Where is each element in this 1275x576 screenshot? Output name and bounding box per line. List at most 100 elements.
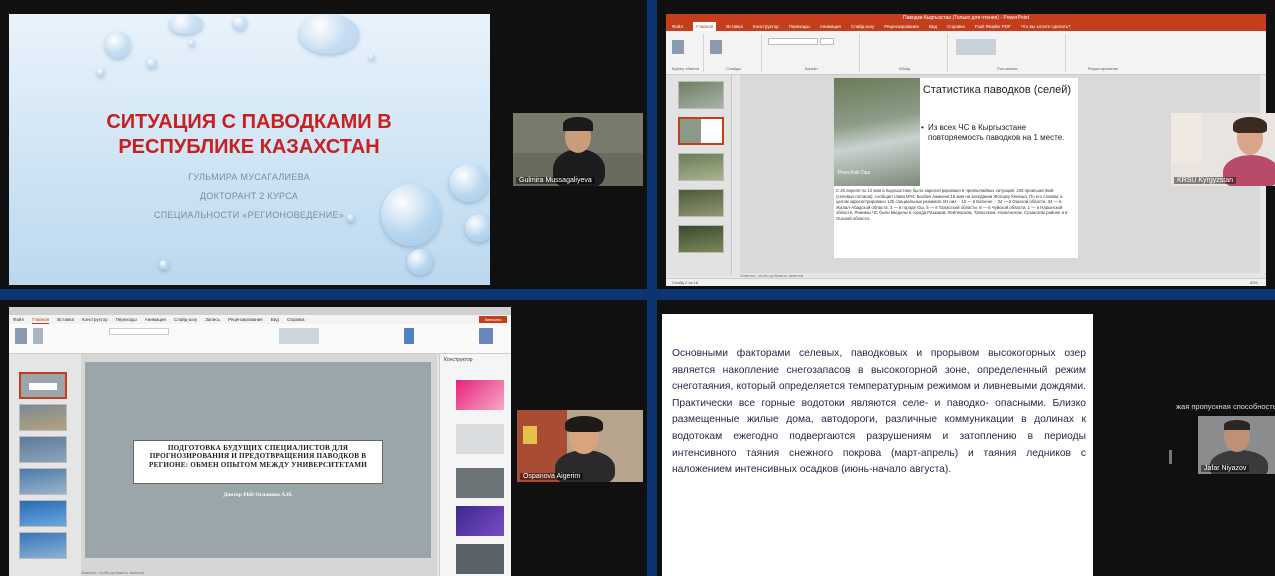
slide-body-text: С 20 апреля по 12 мая в Кыргызстане было… bbox=[836, 188, 1068, 221]
zoom-level[interactable]: 83% bbox=[1250, 279, 1258, 287]
record-button[interactable]: Записать bbox=[479, 316, 507, 323]
slide-thumbnail-selected[interactable] bbox=[19, 372, 67, 399]
tab-insert[interactable]: Вставка bbox=[57, 315, 74, 324]
group-clipboard: Буфер обмена bbox=[668, 34, 704, 72]
slide-counter: Слайд 2 из 16 bbox=[672, 280, 699, 285]
tab-home[interactable]: Главная bbox=[32, 315, 50, 324]
group-font: Шрифт bbox=[764, 34, 860, 72]
slide-thumbnail[interactable] bbox=[19, 532, 67, 559]
ribbon bbox=[9, 324, 511, 354]
tab-slideshow[interactable]: Слайд-шоу bbox=[174, 315, 197, 324]
slide-specialty: СПЕЦИАЛЬНОСТИ «РЕГИОНОВЕДЕНИЕ» bbox=[153, 210, 345, 220]
slide-thumbnail-selected[interactable] bbox=[678, 117, 724, 145]
participant-name: KRSU Kyrgyzstan bbox=[1174, 177, 1237, 184]
tab-record[interactable]: Запись bbox=[205, 315, 220, 324]
slide-thumbnails bbox=[9, 354, 75, 576]
tab-insert[interactable]: Вставка bbox=[726, 22, 743, 31]
ribbon-tabs: Файл Главная Вставка Конструктор Переход… bbox=[9, 315, 511, 324]
shared-slide-4: Основными факторами селевых, паводковых … bbox=[662, 314, 1093, 576]
slide-title: Статистика паводков (селей) bbox=[922, 84, 1072, 96]
participant-name: Jafar Niyazov bbox=[1201, 465, 1250, 472]
tab-file[interactable]: Файл bbox=[13, 315, 24, 324]
new-slide-icon[interactable] bbox=[15, 328, 27, 344]
tab-help[interactable]: Справка bbox=[947, 22, 965, 31]
river-photo: Река Кой-Таш bbox=[834, 78, 920, 186]
tell-me-search[interactable]: Что вы хотите сделать? bbox=[1021, 22, 1071, 31]
slide-author: Доктор PhD Оспанова А.Н. bbox=[223, 492, 293, 498]
participant-video[interactable]: Jafar Niyazov bbox=[1198, 416, 1275, 474]
font-name-select[interactable] bbox=[768, 38, 818, 45]
slide-bullet: Из всех ЧС в Кыргызстане повторяемость п… bbox=[921, 123, 1074, 143]
participant-name: Gulmira Mussagaliyeva bbox=[516, 177, 595, 184]
tab-design[interactable]: Конструктор bbox=[82, 315, 108, 324]
participant-tile-3[interactable]: Файл Главная Вставка Конструктор Переход… bbox=[0, 300, 647, 576]
design-idea[interactable] bbox=[456, 506, 504, 536]
design-idea[interactable] bbox=[456, 544, 504, 574]
design-idea[interactable] bbox=[456, 380, 504, 410]
slide-thumbnail[interactable] bbox=[19, 468, 67, 495]
designer-pane: Конструктор bbox=[439, 354, 511, 576]
dictate-icon[interactable] bbox=[404, 328, 414, 344]
slide-body-text: Основными факторами селевых, паводковых … bbox=[672, 348, 1086, 476]
new-slide-icon[interactable] bbox=[710, 40, 722, 54]
tab-review[interactable]: Рецензирование bbox=[228, 315, 263, 324]
tab-transitions[interactable]: Переходы bbox=[116, 315, 137, 324]
group-drawing: Рисование bbox=[950, 34, 1066, 72]
participant-video[interactable]: KRSU Kyrgyzstan bbox=[1171, 113, 1275, 186]
tab-animations[interactable]: Анимация bbox=[820, 22, 841, 31]
shapes-gallery-icon[interactable] bbox=[279, 328, 319, 344]
tab-review[interactable]: Рецензирование bbox=[884, 22, 919, 31]
slide-thumbnail[interactable] bbox=[678, 189, 724, 217]
group-slides: Слайды bbox=[706, 34, 762, 72]
participant-video[interactable]: Gulmira Mussagaliyeva bbox=[513, 113, 643, 186]
slide-role: ДОКТОРАНТ 2 КУРСА bbox=[199, 191, 299, 201]
slide-thumbnail[interactable] bbox=[678, 81, 724, 109]
current-slide[interactable]: ПОДГОТОВКА БУДУЩИХ СПЕЦИАЛИСТОВ ДЛЯ ПРОГ… bbox=[85, 362, 431, 558]
tab-view[interactable]: Вид bbox=[929, 22, 937, 31]
current-slide[interactable]: Река Кой-Таш Статистика паводков (селей)… bbox=[834, 78, 1078, 258]
notes-pane[interactable]: Заметки, чтобы добавить заметки bbox=[81, 570, 144, 575]
designer-icon[interactable] bbox=[479, 328, 493, 344]
slide-thumbnail[interactable] bbox=[678, 153, 724, 181]
powerpoint-window: Файл Главная Вставка Конструктор Переход… bbox=[9, 307, 511, 576]
design-idea[interactable] bbox=[456, 424, 504, 454]
tab-design[interactable]: Конструктор bbox=[753, 22, 779, 31]
tab-view[interactable]: Вид bbox=[271, 315, 279, 324]
ribbon-tabs: Файл Главная Вставка Конструктор Переход… bbox=[666, 22, 1266, 31]
tab-slideshow[interactable]: Слайд-шоу bbox=[851, 22, 874, 31]
tab-file[interactable]: Файл bbox=[672, 22, 683, 31]
slide-thumbnails bbox=[666, 75, 732, 275]
tab-help[interactable]: Справка bbox=[287, 315, 305, 324]
paste-icon[interactable] bbox=[672, 40, 684, 54]
participant-tile-2[interactable]: Паводки Кыргызстан (Только для чтения) -… bbox=[657, 0, 1275, 289]
window-titlebar: Паводки Кыргызстан (Только для чтения) -… bbox=[666, 14, 1266, 22]
drag-handle[interactable] bbox=[1169, 450, 1172, 464]
slide-thumbnail[interactable] bbox=[19, 436, 67, 463]
status-bar: Слайд 2 из 16 83% bbox=[666, 278, 1266, 286]
designer-title: Конструктор bbox=[444, 357, 473, 363]
slide-thumbnail[interactable] bbox=[19, 500, 67, 527]
group-editing: Редактирование bbox=[1087, 66, 1119, 71]
shared-slide-1: СИТУАЦИЯ С ПАВОДКАМИ В РЕСПУБЛИКЕ КАЗАХС… bbox=[9, 14, 490, 285]
paste-icon[interactable] bbox=[33, 328, 43, 344]
tab-animations[interactable]: Анимация bbox=[145, 315, 166, 324]
slide-thumbnail[interactable] bbox=[678, 225, 724, 253]
participant-tile-4[interactable]: Основными факторами селевых, паводковых … bbox=[657, 300, 1275, 576]
slide-title: ПОДГОТОВКА БУДУЩИХ СПЕЦИАЛИСТОВ ДЛЯ ПРОГ… bbox=[133, 440, 383, 484]
tab-transitions[interactable]: Переходы bbox=[789, 22, 810, 31]
tab-foxit[interactable]: Foxit Reader PDF bbox=[975, 22, 1011, 31]
shapes-gallery-icon[interactable] bbox=[956, 39, 996, 55]
font-size-select[interactable] bbox=[820, 38, 834, 45]
participant-video[interactable]: Ospanova Aigerim bbox=[517, 410, 643, 482]
participant-tile-1[interactable]: СИТУАЦИЯ С ПАВОДКАМИ В РЕСПУБЛИКЕ КАЗАХС… bbox=[0, 0, 647, 289]
tab-home[interactable]: Главная bbox=[693, 22, 717, 31]
slide-canvas: ПОДГОТОВКА БУДУЩИХ СПЕЦИАЛИСТОВ ДЛЯ ПРОГ… bbox=[81, 354, 437, 576]
ribbon: Буфер обмена Слайды Шрифт Абзац Рисовани… bbox=[666, 31, 1266, 75]
participant-name: Ospanova Aigerim bbox=[520, 473, 584, 480]
group-paragraph: Абзац bbox=[862, 34, 948, 72]
font-name-select[interactable] bbox=[109, 328, 169, 335]
cropped-caption: жая пропускная способность bbox=[1176, 402, 1275, 411]
slide-thumbnail[interactable] bbox=[19, 404, 67, 431]
slide-author: ГУЛЬМИРА МУСАГАЛИЕВА bbox=[188, 172, 310, 182]
design-idea[interactable] bbox=[456, 468, 504, 498]
